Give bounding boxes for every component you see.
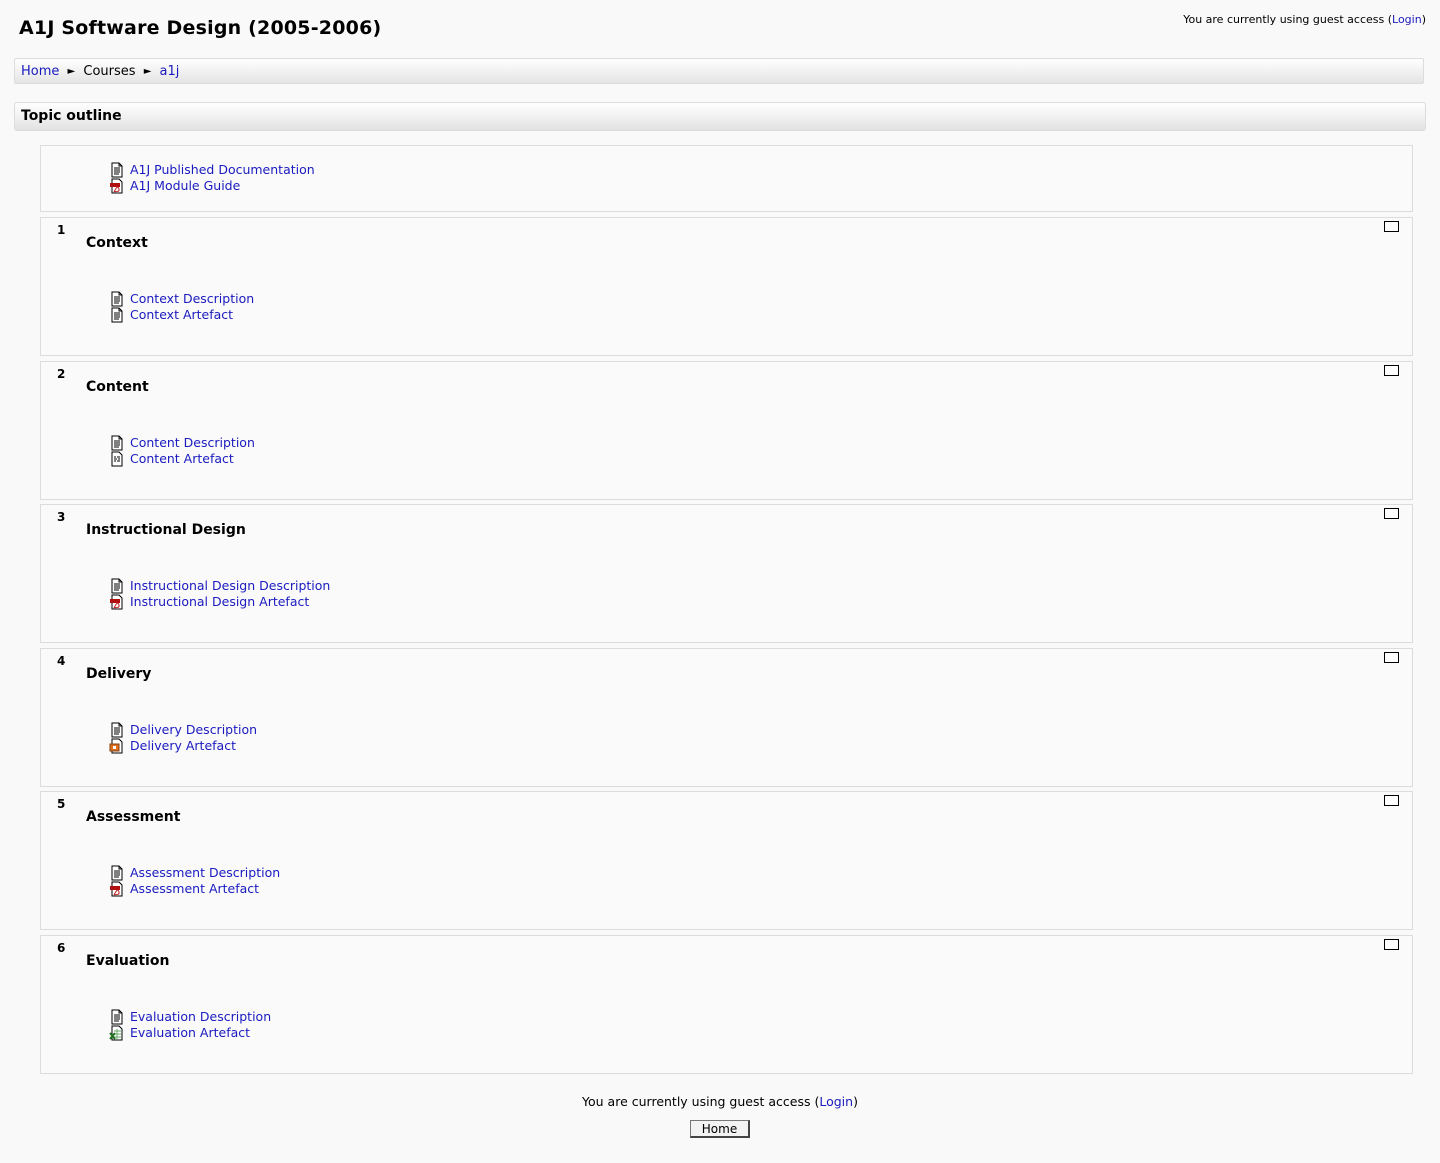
breadcrumb-course-link[interactable]: a1j (160, 64, 180, 79)
topic-section: 4 Delivery Delivery Description Delivery Ar… (40, 648, 1413, 787)
footer-login-text: You are currently using guest access ( (582, 1094, 820, 1109)
activity-item: Delivery Description (109, 722, 257, 738)
show-only-topic-icon[interactable] (1384, 221, 1399, 232)
section-title: Content (86, 379, 149, 395)
activity-list: Context Description Context Artefact (109, 291, 254, 323)
activity-link[interactable]: Context Artefact (130, 307, 233, 322)
login-info-text: You are currently using guest access ( (1183, 13, 1393, 26)
activity-link[interactable]: Context Description (130, 291, 254, 306)
login-info: You are currently using guest access (Lo… (1183, 13, 1426, 26)
powerpoint-icon (109, 738, 125, 754)
topic-section: 6 Evaluation Evaluation Description Evaluat… (40, 935, 1413, 1074)
activity-list: Content Description Content Artefact (109, 435, 255, 467)
activity-link[interactable]: Assessment Description (130, 865, 280, 880)
show-only-topic-icon[interactable] (1384, 652, 1399, 663)
breadcrumb-separator: ► (67, 66, 76, 77)
activity-item: Evaluation Description (109, 1009, 271, 1025)
section-number: 6 (57, 941, 66, 955)
section-number: 3 (57, 510, 66, 524)
login-info-close: ) (1421, 13, 1426, 26)
document-icon (109, 307, 125, 323)
footer-login-link[interactable]: Login (819, 1094, 853, 1109)
footer-login-close: ) (853, 1094, 858, 1109)
topic-section: 5 Assessment Assessment Description Assessm… (40, 791, 1413, 930)
activity-item: Context Description (109, 291, 254, 307)
section-title: Instructional Design (86, 522, 246, 538)
activity-list: Delivery Description Delivery Artefact (109, 722, 257, 754)
section-title: Delivery (86, 666, 152, 682)
show-only-topic-icon[interactable] (1384, 508, 1399, 519)
show-only-topic-icon[interactable] (1384, 365, 1399, 376)
activity-link[interactable]: A1J Module Guide (130, 178, 240, 193)
topic-section: 2 Content Content Description Content Artef… (40, 361, 1413, 500)
show-only-topic-icon[interactable] (1384, 939, 1399, 950)
activity-list: A1J Published Documentation A1J Module Gu… (109, 162, 315, 194)
activity-item: Context Artefact (109, 307, 254, 323)
document-icon (109, 1009, 125, 1025)
activity-list: Assessment Description Assessment Artefac… (109, 865, 280, 897)
activity-link[interactable]: Evaluation Description (130, 1009, 271, 1024)
section-number: 2 (57, 367, 66, 381)
document-icon (109, 291, 125, 307)
page-header: A1J Software Design (2005-2006) You are … (0, 0, 1440, 56)
activity-item: Assessment Artefact (109, 881, 280, 897)
activity-item: Evaluation Artefact (109, 1025, 271, 1041)
section-title: Context (86, 235, 148, 251)
document-icon (109, 578, 125, 594)
activity-list: Evaluation Description Evaluation Artefac… (109, 1009, 271, 1041)
activity-item: Content Artefact (109, 451, 255, 467)
course-title: A1J Software Design (2005-2006) (19, 17, 382, 39)
activity-item: A1J Published Documentation (109, 162, 315, 178)
breadcrumb-courses: Courses (83, 64, 136, 79)
pdf-icon (109, 594, 125, 610)
topic-section: 3 Instructional Design Instructional Desig… (40, 504, 1413, 643)
document-icon (109, 865, 125, 881)
activity-link[interactable]: Delivery Description (130, 722, 257, 737)
section-title: Assessment (86, 809, 181, 825)
topic-outline-heading: Topic outline (14, 102, 1426, 131)
footer-login-info: You are currently using guest access (Lo… (0, 1094, 1440, 1109)
text-file-icon (109, 451, 125, 467)
activity-link[interactable]: Evaluation Artefact (130, 1025, 250, 1040)
activity-link[interactable]: Content Description (130, 435, 255, 450)
activity-link[interactable]: Content Artefact (130, 451, 234, 466)
document-icon (109, 435, 125, 451)
home-button[interactable]: Home (690, 1120, 750, 1138)
activity-link[interactable]: Assessment Artefact (130, 881, 259, 896)
section-number: 4 (57, 654, 66, 668)
section-intro: A1J Published Documentation A1J Module Gu… (40, 145, 1413, 212)
activity-link[interactable]: A1J Published Documentation (130, 162, 315, 177)
activity-item: Instructional Design Artefact (109, 594, 330, 610)
document-icon (109, 162, 125, 178)
activity-item: A1J Module Guide (109, 178, 315, 194)
activity-list: Instructional Design Description Instruct… (109, 578, 330, 610)
section-number: 5 (57, 797, 66, 811)
activity-item: Delivery Artefact (109, 738, 257, 754)
activity-item: Instructional Design Description (109, 578, 330, 594)
show-only-topic-icon[interactable] (1384, 795, 1399, 806)
document-icon (109, 722, 125, 738)
topic-section: 1 Context Context Description Context Artef… (40, 217, 1413, 356)
breadcrumb: Home ► Courses ► a1j (14, 58, 1424, 84)
activity-link[interactable]: Delivery Artefact (130, 738, 236, 753)
login-link[interactable]: Login (1392, 13, 1422, 26)
activity-link[interactable]: Instructional Design Description (130, 578, 330, 593)
pdf-icon (109, 178, 125, 194)
spreadsheet-icon (109, 1025, 125, 1041)
breadcrumb-home-link[interactable]: Home (21, 64, 59, 79)
pdf-icon (109, 881, 125, 897)
activity-link[interactable]: Instructional Design Artefact (130, 594, 309, 609)
activity-item: Content Description (109, 435, 255, 451)
section-number: 1 (57, 223, 66, 237)
breadcrumb-separator: ► (143, 66, 152, 77)
section-title: Evaluation (86, 953, 170, 969)
activity-item: Assessment Description (109, 865, 280, 881)
